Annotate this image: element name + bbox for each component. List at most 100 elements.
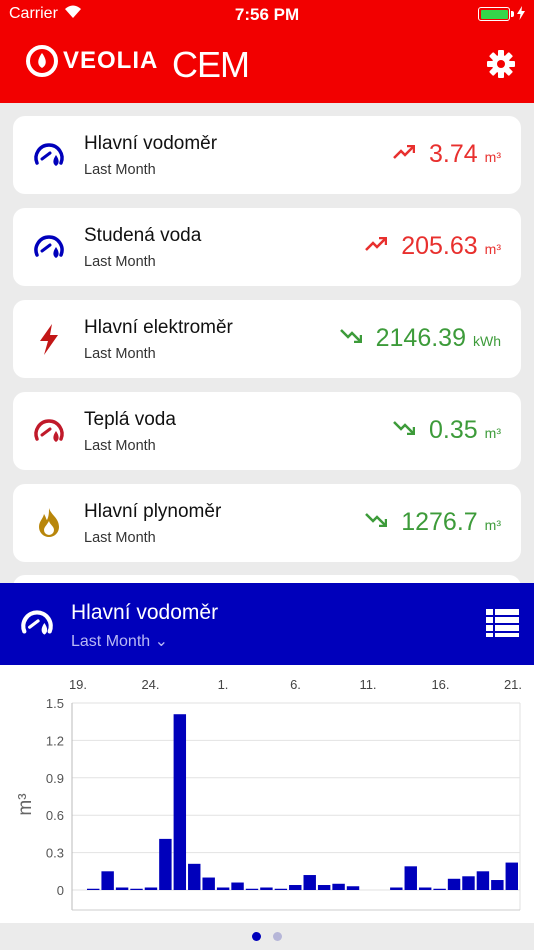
meter-period: Last Month <box>84 438 156 454</box>
y-tick-label: 1.5 <box>46 696 64 711</box>
meter-name: Studená voda <box>84 225 202 246</box>
page-dot-2[interactable] <box>273 932 282 941</box>
meter-reading: 0.35 m³ <box>393 416 501 445</box>
gas-flame-icon <box>31 505 67 541</box>
trend-up-icon <box>393 144 416 164</box>
meter-unit: m³ <box>484 241 501 257</box>
app-header: Carrier 7:56 PM VEOLIA CEM <box>0 0 534 103</box>
chart-bar <box>87 888 100 890</box>
veolia-logo: VEOLIA <box>25 44 158 78</box>
meter-card[interactable]: Hlavní elektroměr Last Month 2146.39 kWh <box>13 300 521 378</box>
y-tick-label: 0 <box>57 883 64 898</box>
chart-bar <box>159 838 172 890</box>
chart-bar <box>317 885 331 890</box>
chart-bar <box>390 887 403 890</box>
status-time: 7:56 PM <box>234 5 300 24</box>
meter-reading: 205.63 m³ <box>365 232 501 261</box>
meter-name: Teplá voda <box>84 409 176 430</box>
chart-bar <box>447 878 461 890</box>
meter-name: Hlavní plynoměr <box>84 501 222 522</box>
trend-down-icon <box>393 421 416 440</box>
chart-bar <box>332 883 345 890</box>
water-meter-icon <box>31 137 67 173</box>
status-bar: Carrier 7:56 PM <box>0 0 534 30</box>
chart-bar <box>404 866 417 890</box>
chart-bar <box>476 871 490 890</box>
page-indicator <box>0 923 534 950</box>
y-axis-label: m³ <box>15 793 36 815</box>
chart-bar <box>505 862 518 890</box>
water-meter-icon <box>31 229 67 265</box>
water-meter-icon <box>31 413 67 449</box>
trend-down-icon <box>339 329 362 348</box>
settings-gear-icon[interactable] <box>486 49 516 79</box>
x-tick-label: 1. <box>218 677 229 692</box>
meter-value: 2146.39 <box>375 324 466 352</box>
chart-bar <box>115 887 129 890</box>
meter-unit: kWh <box>473 333 501 349</box>
x-tick-label: 24. <box>141 677 159 692</box>
panel-title: Hlavní vodoměr <box>71 601 219 624</box>
electricity-bolt-icon <box>31 321 67 357</box>
trend-down-icon <box>365 513 388 532</box>
x-tick-label: 6. <box>290 677 301 692</box>
chart-bar <box>274 888 288 890</box>
chart-bar <box>260 887 273 890</box>
chart-bar <box>462 876 475 890</box>
meter-card[interactable]: Teplá voda Last Month 0.35 m³ <box>13 392 521 470</box>
chart-bar <box>418 887 432 890</box>
meter-list: Hlavní vodoměr Last Month 3.74 m³ Studená vo… <box>13 116 521 576</box>
app-name: CEM <box>172 44 250 85</box>
chart-bar <box>346 886 360 890</box>
charging-icon <box>517 6 525 20</box>
x-tick-label: 16. <box>431 677 449 692</box>
meter-unit: m³ <box>484 517 501 533</box>
battery-icon <box>478 7 514 21</box>
meter-reading: 2146.39 kWh <box>339 324 501 353</box>
meter-period: Last Month <box>84 346 156 362</box>
detail-panel: Hlavní vodoměr Last Month ⌄ <box>0 583 534 665</box>
page-dot-1[interactable] <box>252 932 261 941</box>
chart-svg: 0 0.3 0.6 0.9 1.2 1.5 m³ 19. 24. 1. 6. 11. 16. 21. <box>15 677 522 911</box>
meter-period: Last Month <box>84 530 156 546</box>
chart-bar <box>491 880 504 890</box>
meter-name: Hlavní vodoměr <box>84 133 218 154</box>
period-dropdown[interactable]: Last Month ⌄ <box>71 631 168 651</box>
meter-card[interactable]: Hlavní plynoměr Last Month 1276.7 m³ <box>13 484 521 562</box>
meter-value: 205.63 <box>401 232 478 260</box>
chart-bar <box>303 875 316 890</box>
chart-bar <box>144 887 158 890</box>
chart-bar <box>245 888 259 890</box>
meter-value: 1276.7 <box>401 508 478 536</box>
meter-unit: m³ <box>484 425 501 441</box>
meter-period: Last Month <box>84 162 156 178</box>
consumption-chart: 0 0.3 0.6 0.9 1.2 1.5 m³ 19. 24. 1. 6. 11. 16. 21. <box>0 665 534 923</box>
chart-bar <box>216 887 230 890</box>
water-meter-icon <box>21 610 53 635</box>
chart-bar <box>202 877 215 890</box>
period-dropdown-label: Last Month <box>71 633 151 650</box>
chart-bar <box>173 714 187 890</box>
x-tick-label: 21. <box>504 677 522 692</box>
chevron-down-icon: ⌄ <box>154 633 169 650</box>
chart-bar <box>433 888 446 890</box>
meter-reading: 1276.7 m³ <box>365 508 501 537</box>
meter-name: Hlavní elektroměr <box>84 317 233 338</box>
meter-card[interactable]: Studená voda Last Month 205.63 m³ <box>13 208 521 286</box>
brand-name: VEOLIA <box>63 47 159 74</box>
y-tick-label: 0.3 <box>46 846 64 861</box>
veolia-logo-icon <box>26 45 58 77</box>
x-tick-label: 19. <box>69 677 87 692</box>
chart-bar <box>289 885 302 890</box>
meter-unit: m³ <box>484 149 501 165</box>
y-tick-label: 0.9 <box>46 771 64 786</box>
x-tick-label: 11. <box>359 677 376 692</box>
list-view-icon[interactable] <box>486 609 519 637</box>
chart-bar <box>231 882 244 890</box>
trend-up-icon <box>365 236 388 256</box>
chart-bar <box>130 888 143 890</box>
meter-period: Last Month <box>84 254 156 270</box>
meter-card[interactable]: Hlavní vodoměr Last Month 3.74 m³ <box>13 116 521 194</box>
chart-bar <box>101 871 114 890</box>
meter-reading: 3.74 m³ <box>393 140 501 169</box>
